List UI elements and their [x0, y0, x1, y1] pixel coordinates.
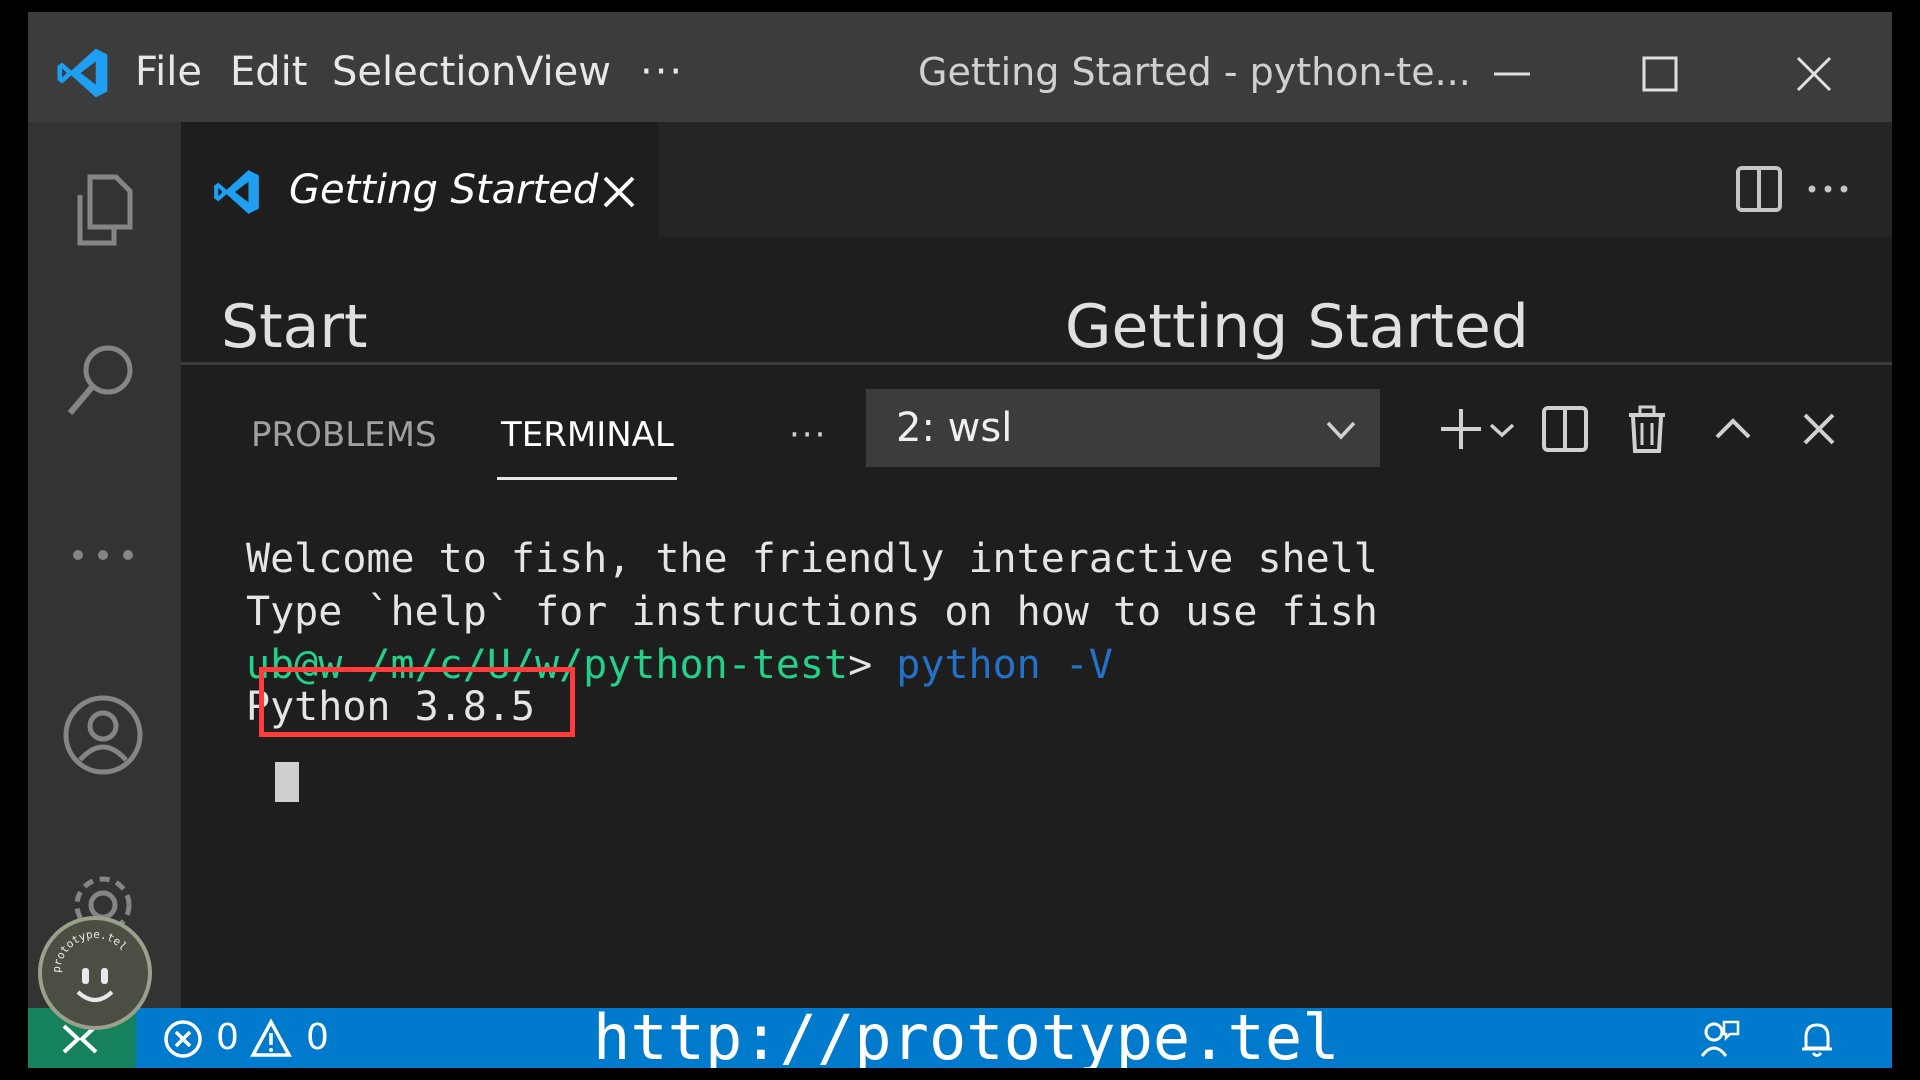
title-bar: File Edit Selection View ··· Getting Sta…	[28, 12, 1892, 122]
vscode-logo-icon	[214, 170, 259, 214]
terminal-cursor	[275, 762, 299, 802]
error-count[interactable]: 0	[216, 1012, 239, 1064]
highlight-box	[259, 667, 575, 737]
menu-selection[interactable]: Selection	[332, 42, 516, 102]
getting-started-heading: Getting Started	[1065, 292, 1529, 362]
feedback-icon[interactable]	[1698, 1018, 1740, 1060]
bell-icon[interactable]	[1796, 1018, 1838, 1060]
start-heading: Start	[221, 292, 368, 362]
menu-file[interactable]: File	[135, 42, 202, 102]
menu-view[interactable]: View	[516, 42, 611, 102]
tab-label: Getting Started	[289, 167, 599, 213]
smiley-logo-icon: prototype.tel	[50, 928, 130, 1002]
svg-text:prototype.tel: prototype.tel	[50, 928, 130, 973]
terminal-welcome-line: Welcome to fish, the friendly interactiv…	[246, 536, 1378, 582]
terminal-help-line: Type `help` for instructions on how to u…	[246, 589, 1378, 635]
terminal-panel: PROBLEMS TERMINAL ··· 2: wsl Welcome to …	[181, 362, 1892, 1011]
tab-getting-started[interactable]: Getting Started	[181, 122, 659, 237]
prompt-symbol: >	[848, 642, 873, 688]
more-icon[interactable]	[60, 512, 146, 598]
vscode-logo-icon[interactable]	[54, 44, 112, 102]
menu-more[interactable]: ···	[640, 42, 684, 102]
editor-tab-bar: Getting Started	[181, 122, 1892, 237]
split-editor-icon[interactable]	[1734, 164, 1784, 214]
close-icon[interactable]	[1792, 52, 1836, 96]
editor-area: Start Getting Started	[181, 237, 1892, 362]
watermark-text: prototype.tel	[50, 928, 130, 973]
vscode-window: File Edit Selection View ··· Getting Sta…	[28, 12, 1892, 1068]
more-actions-icon[interactable]	[1803, 164, 1853, 214]
maximize-icon[interactable]	[1638, 52, 1682, 96]
explorer-icon[interactable]	[60, 167, 146, 253]
accounts-icon[interactable]	[60, 692, 146, 778]
warning-icon[interactable]	[250, 1018, 292, 1060]
watermark-logo: prototype.tel	[38, 916, 152, 1030]
error-icon[interactable]	[162, 1018, 204, 1060]
search-icon[interactable]	[60, 338, 146, 424]
warning-count[interactable]: 0	[306, 1012, 329, 1064]
minimize-icon[interactable]	[1490, 52, 1534, 96]
terminal-output[interactable]: Welcome to fish, the friendly interactiv…	[181, 365, 1892, 1011]
command-text: python -V	[896, 642, 1113, 688]
status-bar: 0 0 http://prototype.tel	[28, 1001, 1892, 1069]
watermark-url: http://prototype.tel	[593, 1001, 1340, 1069]
activity-bar	[28, 122, 181, 1008]
window-title: Getting Started - python-te...	[918, 50, 1471, 94]
menu-edit[interactable]: Edit	[230, 42, 307, 102]
tab-close-icon[interactable]	[599, 172, 639, 212]
